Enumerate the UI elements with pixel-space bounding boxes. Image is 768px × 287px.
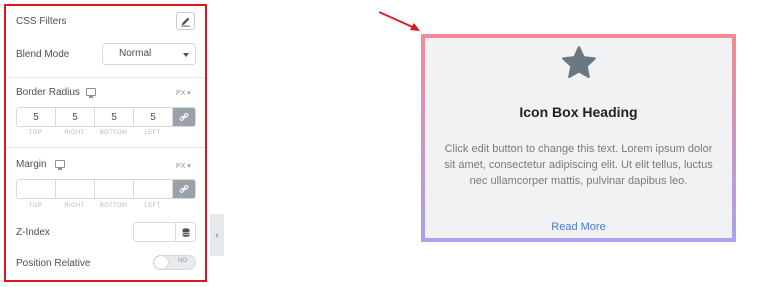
border-radius-top-input[interactable]: 5 [17,108,56,126]
unit-label: PX [176,90,186,97]
desktop-icon[interactable] [55,160,65,170]
blend-mode-select[interactable]: Normal [102,43,196,65]
unit-selector-margin[interactable]: PX ▾ [176,162,191,170]
position-relative-toggle[interactable]: NO [153,255,196,270]
blend-mode-value: Normal [119,48,152,59]
database-icon[interactable] [175,223,195,241]
link-icon [179,185,189,193]
star-icon [562,46,596,79]
unit-label: PX [176,163,186,170]
icon-box-card[interactable]: Icon Box Heading Click edit button to ch… [425,38,732,238]
pencil-icon [181,17,190,27]
icon-box-preview: Icon Box Heading Click edit button to ch… [421,34,736,242]
link-values-button[interactable] [173,180,195,198]
link-icon [179,113,189,121]
side-label-top: TOP [28,130,43,136]
unit-selector-border-radius[interactable]: PX ▾ [176,89,191,97]
z-index-field[interactable] [134,223,175,241]
side-label-right: RIGHT [64,203,85,209]
margin-label: Margin [16,159,47,170]
chevron-down-icon [183,53,189,57]
border-radius-left-input[interactable]: 5 [134,108,173,126]
margin-side-labels: TOP RIGHT BOTTOM LEFT [16,203,196,209]
border-radius-right-input[interactable]: 5 [56,108,95,126]
toggle-state-text: NO [178,258,187,264]
side-label-bottom: BOTTOM [99,203,128,209]
border-radius-side-labels: TOP RIGHT BOTTOM LEFT [16,130,196,136]
side-label-top: TOP [28,203,43,209]
divider [6,147,206,148]
settings-panel: CSS Filters Blend Mode Normal Border Rad… [0,0,210,287]
z-index-label: Z-Index [16,227,50,238]
position-relative-label: Position Relative [16,258,91,269]
collapse-panel-button[interactable]: ‹ [210,214,224,256]
border-radius-bottom-input[interactable]: 5 [95,108,134,126]
margin-top-input[interactable] [17,180,56,198]
icon-box-heading: Icon Box Heading [519,104,638,120]
blend-mode-label: Blend Mode [16,49,70,60]
margin-right-input[interactable] [56,180,95,198]
desktop-icon[interactable] [86,88,96,98]
side-label-right: RIGHT [64,130,85,136]
margin-bottom-input[interactable] [95,180,134,198]
toggle-knob [154,256,168,269]
z-index-input[interactable] [133,222,196,242]
margin-left-input[interactable] [134,180,173,198]
read-more-link[interactable]: Read More [425,221,732,233]
divider [6,77,206,78]
icon-box-description: Click edit button to change this text. L… [444,143,713,187]
red-arrow-icon [378,11,420,31]
margin-inputs [16,179,196,199]
border-radius-label: Border Radius [16,87,80,98]
side-label-bottom: BOTTOM [99,130,128,136]
css-filters-edit-button[interactable] [176,12,195,30]
chevron-left-icon: ‹ [215,229,219,241]
border-radius-inputs: 5 5 5 5 [16,107,196,127]
side-label-left: LEFT [144,203,161,209]
link-values-button[interactable] [173,108,195,126]
css-filters-label: CSS Filters [16,16,67,27]
side-label-left: LEFT [144,130,161,136]
